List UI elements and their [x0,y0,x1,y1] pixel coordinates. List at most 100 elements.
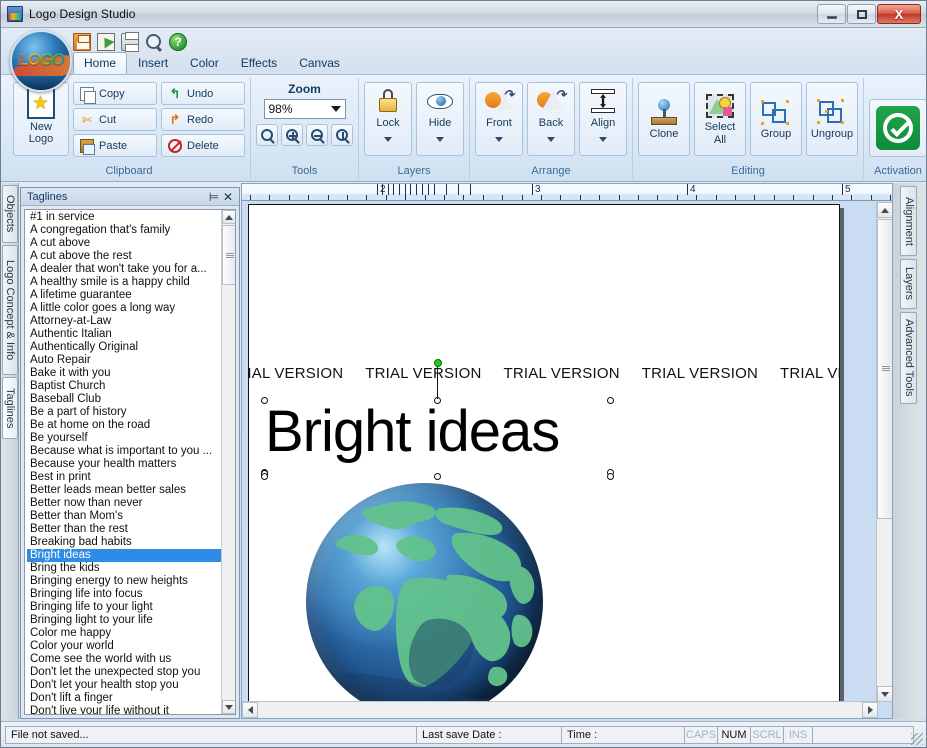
print-preview-icon[interactable] [145,33,163,51]
list-item[interactable]: A healthy smile is a happy child [27,276,221,289]
list-item[interactable]: Color your world [27,640,221,653]
list-item[interactable]: Bringing life to your light [27,601,221,614]
select-all-button[interactable]: Select All [694,82,746,156]
rotation-handle[interactable] [434,359,442,367]
print-icon[interactable] [121,32,139,52]
resize-grip[interactable] [911,733,923,745]
selection-handle-se[interactable] [607,473,614,480]
zoom-level-select[interactable]: 98% [263,99,346,119]
sidebar-item-taglines[interactable]: Taglines [2,377,18,439]
tab-effects[interactable]: Effects [230,52,288,74]
ungroup-button[interactable]: Ungroup [806,82,858,156]
zoom-out-button[interactable] [306,124,328,146]
tab-color[interactable]: Color [179,52,230,74]
scroll-up-icon[interactable] [222,210,235,224]
delete-button[interactable]: Delete [161,134,245,157]
align-button[interactable]: Align [579,82,627,156]
maximize-button[interactable] [847,4,876,24]
undo-button[interactable]: ↰ Undo [161,82,245,105]
copy-button[interactable]: Copy [73,82,157,105]
sidebar-item-layers[interactable]: Layers [900,259,917,309]
tab-canvas[interactable]: Canvas [288,52,351,74]
list-item[interactable]: Come see the world with us [27,653,221,666]
cut-button[interactable]: ✄ Cut [73,108,157,131]
hide-dropdown-icon[interactable] [436,137,444,142]
new-logo-button[interactable]: ★ New Logo [13,82,69,156]
pin-icon[interactable]: ⊨ [207,190,221,204]
list-item[interactable]: Baptist Church [27,380,221,393]
paste-button[interactable]: Paste [73,134,157,157]
tab-insert[interactable]: Insert [127,52,179,74]
clone-button[interactable]: Clone [638,82,690,156]
list-item[interactable]: A lifetime guarantee [27,289,221,302]
save-icon[interactable] [73,33,91,51]
list-item[interactable]: Best in print [27,471,221,484]
list-item[interactable]: Be at home on the road [27,419,221,432]
canvas-scroll-right-icon[interactable] [862,702,878,718]
list-item[interactable]: Be yourself [27,432,221,445]
design-page[interactable]: TRIAL VERSION TRIAL VERSION TRIAL VERSION T… [248,204,840,702]
canvas-vscrollbar-thumb[interactable] [877,219,893,519]
list-item[interactable]: Better now than never [27,497,221,510]
sidebar-item-logo-concept-info[interactable]: Logo Concept & Info [2,245,18,375]
list-item[interactable]: Authentic Italian [27,328,221,341]
list-item[interactable]: A little color goes a long way [27,302,221,315]
close-button[interactable]: X [877,4,921,24]
canvas-vertical-scrollbar[interactable] [876,202,893,702]
list-item[interactable]: A cut above the rest [27,250,221,263]
hide-button[interactable]: Hide [416,82,464,156]
sidebar-item-objects[interactable]: Objects [2,185,18,243]
tab-home[interactable]: Home [73,52,128,74]
scroll-down-icon[interactable] [222,700,235,714]
list-item[interactable]: A congregation that's family [27,224,221,237]
list-item[interactable]: Be a part of history [27,406,221,419]
sidebar-item-advanced-tools[interactable]: Advanced Tools [900,312,917,404]
zoom-select-button[interactable] [256,124,278,146]
list-item[interactable]: Bake it with you [27,367,221,380]
list-item[interactable]: Baseball Club [27,393,221,406]
close-icon[interactable]: ✕ [221,190,235,204]
list-item[interactable]: Don't lift a finger [27,692,221,705]
text-object-bright-ideas[interactable]: Bright ideas [265,401,560,463]
lock-button[interactable]: Lock [364,82,412,156]
list-item[interactable]: Better than the rest [27,523,221,536]
zoom-fit-button[interactable] [331,124,353,146]
canvas-horizontal-scrollbar[interactable] [242,701,878,718]
taglines-list[interactable]: #1 in service A congregation that's famil… [25,210,221,714]
list-item[interactable]: Auto Repair [27,354,221,367]
align-dropdown-icon[interactable] [599,137,607,142]
list-item[interactable]: Bring the kids [27,562,221,575]
list-item[interactable]: Attorney-at-Law [27,315,221,328]
zoom-in-button[interactable] [281,124,303,146]
selection-handle-ne[interactable] [607,397,614,404]
globe-earth-image[interactable] [306,483,543,702]
list-item[interactable]: Don't let your health stop you [27,679,221,692]
list-item[interactable]: Don't let the unexpected stop you [27,666,221,679]
list-item[interactable]: Better than Mom's [27,510,221,523]
help-icon[interactable]: ? [169,33,187,51]
list-item[interactable]: A cut above [27,237,221,250]
list-item[interactable]: Bringing life into focus [27,588,221,601]
list-item[interactable]: Bright ideas [27,549,221,562]
save-as-icon[interactable] [97,33,115,51]
taglines-scrollbar[interactable] [221,210,235,714]
list-item[interactable]: Because what is important to you ... [27,445,221,458]
canvas-scroll-down-icon[interactable] [877,686,893,702]
scrollbar-thumb[interactable] [222,225,235,285]
application-logo-orb[interactable]: LOGO [10,30,72,92]
list-item[interactable]: Bringing light to your life [27,614,221,627]
back-dropdown-icon[interactable] [547,137,555,142]
canvas-scroll-left-icon[interactable] [242,702,258,718]
list-item[interactable]: Better leads mean better sales [27,484,221,497]
lock-dropdown-icon[interactable] [384,137,392,142]
horizontal-ruler[interactable]: 2345 [242,184,894,201]
activation-button[interactable] [869,98,926,157]
canvas-scroll-up-icon[interactable] [877,202,893,218]
selection-handle-nw[interactable] [261,397,268,404]
list-item[interactable]: Authentically Original [27,341,221,354]
selection-handle-s[interactable] [434,473,441,480]
bring-front-button[interactable]: ↷ Front [475,82,523,156]
front-dropdown-icon[interactable] [495,137,503,142]
list-item[interactable]: Color me happy [27,627,221,640]
send-back-button[interactable]: ↷ Back [527,82,575,156]
